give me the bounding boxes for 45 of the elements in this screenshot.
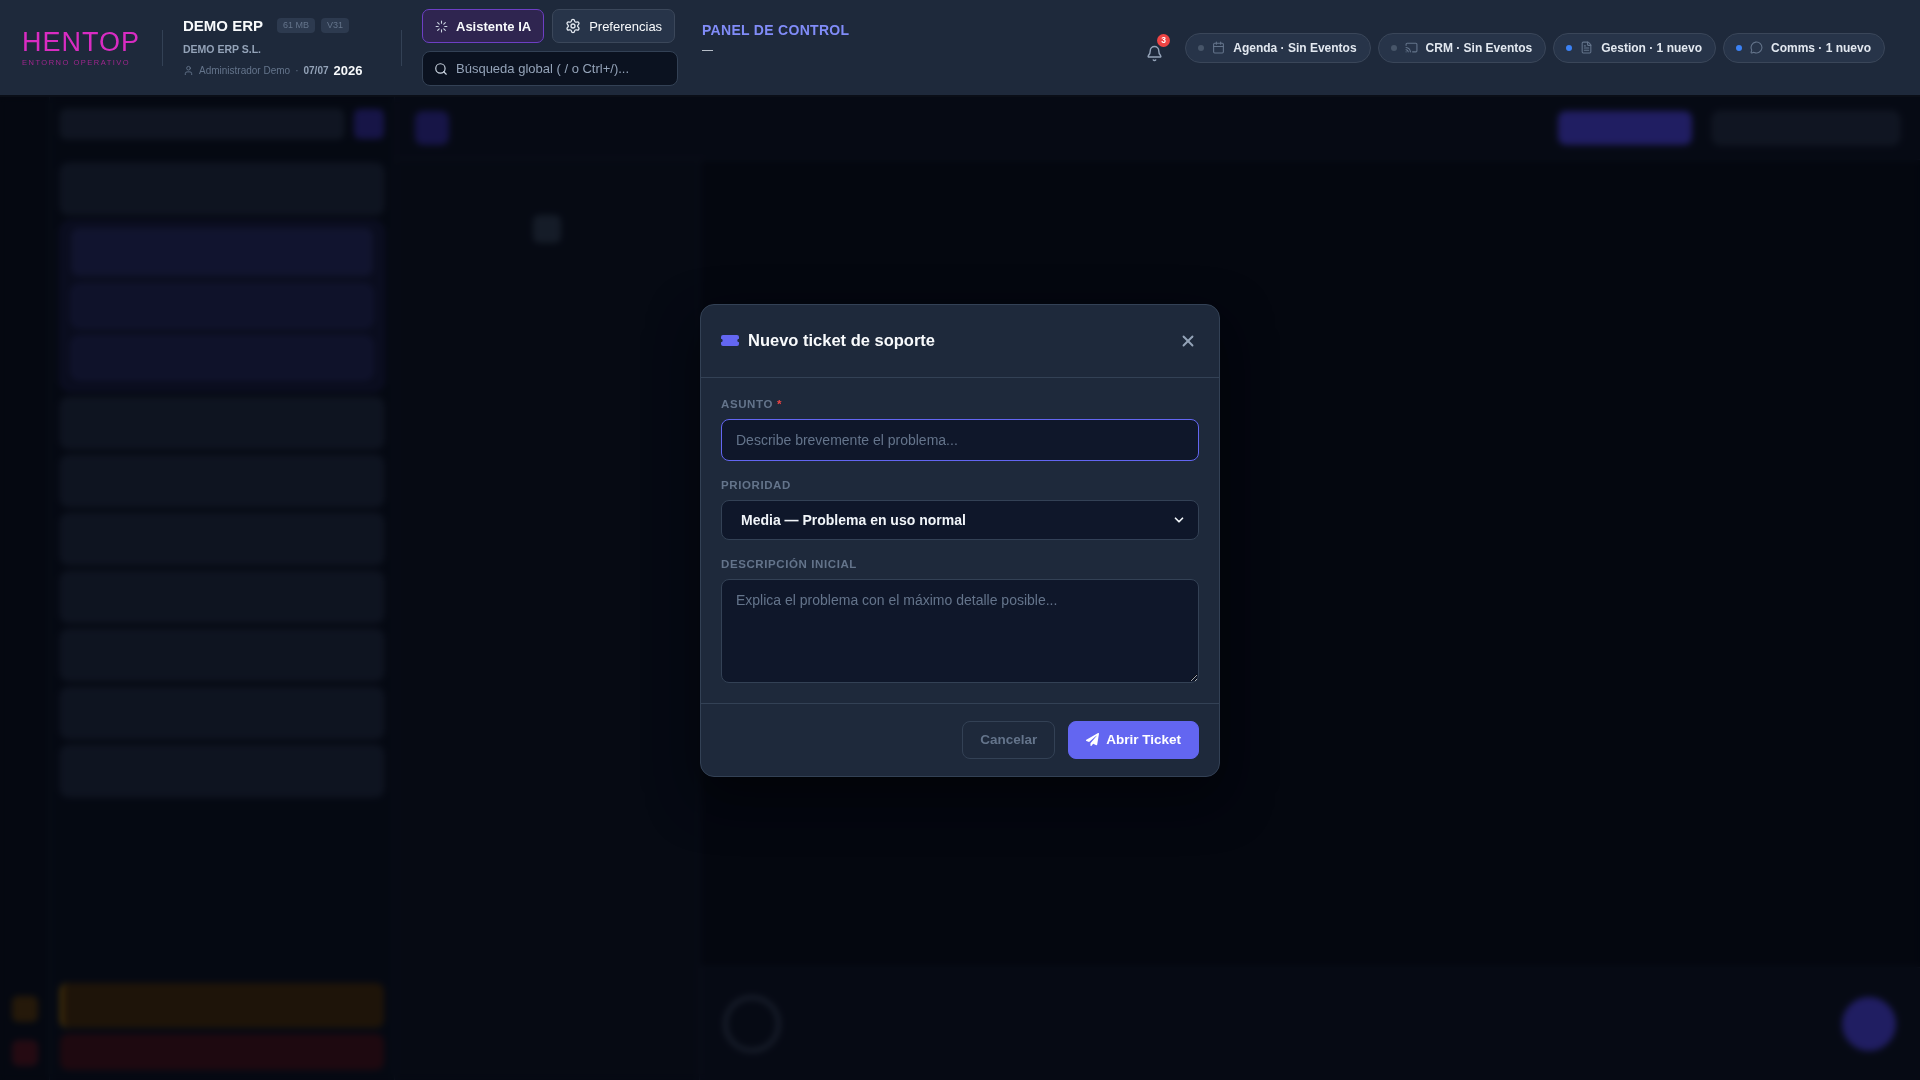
global-search-field[interactable]: Búsqueda global ( / o Ctrl+/)...: [422, 51, 678, 86]
module-status-pill[interactable]: Comms · 1 nuevo: [1722, 32, 1885, 63]
notifications-button[interactable]: 3: [1146, 33, 1171, 62]
section-subtitle: —: [702, 44, 714, 55]
rail-button[interactable]: [11, 1040, 38, 1066]
description-textarea[interactable]: Explica el problema con el máximo detalle posible...: [721, 578, 1199, 683]
dialog-title: Nuevo ticket de soporte: [748, 331, 936, 350]
chat-bubble-icon: [1749, 41, 1763, 54]
field-label: PRIORIDAD: [721, 478, 791, 491]
required-mark: *: [776, 397, 782, 410]
module-status-pill[interactable]: CRM · Sin Eventos: [1377, 32, 1547, 63]
module-status-pill[interactable]: Agenda · Sin Eventos: [1185, 32, 1371, 63]
cast-icon: [1404, 41, 1418, 54]
logo-wordmark: HENTOP: [22, 28, 141, 56]
subject-input[interactable]: Describe brevemente el problema...: [721, 418, 1199, 461]
legal-name: DEMO ERP S.L.: [183, 43, 261, 55]
blurred-new-ticket-button[interactable]: [1558, 111, 1692, 145]
section-title: PANEL DE CONTROL: [702, 22, 850, 38]
field-label: DESCRIPCIÓN INICIAL: [721, 557, 857, 570]
preferences-button[interactable]: Preferencias: [552, 9, 676, 43]
calendar-icon: [1212, 41, 1226, 54]
assistant-button[interactable]: Asistente IA: [422, 9, 545, 43]
search-icon: [434, 62, 448, 76]
rail-button[interactable]: [11, 996, 38, 1022]
paper-plane-icon: [1086, 733, 1100, 746]
notification-count-badge: 3: [1157, 33, 1171, 47]
sidebar-search-button[interactable]: [354, 109, 384, 139]
blurred-logout-button[interactable]: [60, 1034, 384, 1070]
user-icon: [183, 65, 194, 76]
field-label: ASUNTO: [721, 397, 773, 410]
burst-icon: [435, 19, 448, 33]
separator-dot: ·: [295, 65, 299, 76]
settings-icon: [565, 18, 582, 34]
date-text: 07/07: [303, 65, 329, 76]
company-name: DEMO ERP: [183, 17, 263, 34]
toolbar-icon-tile: [415, 111, 449, 145]
ticket-icon: [721, 335, 739, 346]
user-name: Administrador Demo: [199, 65, 291, 76]
priority-select[interactable]: Media — Problema en uso normal: [721, 499, 1199, 540]
year-text: 2026: [333, 63, 363, 78]
module-status-pill[interactable]: Gestion · 1 nuevo: [1553, 32, 1716, 63]
blurred-floating-button[interactable]: [1842, 997, 1896, 1051]
bell-icon: [1146, 44, 1164, 62]
open-ticket-button[interactable]: Abrir Ticket: [1068, 720, 1199, 759]
document-icon: [1580, 41, 1594, 54]
